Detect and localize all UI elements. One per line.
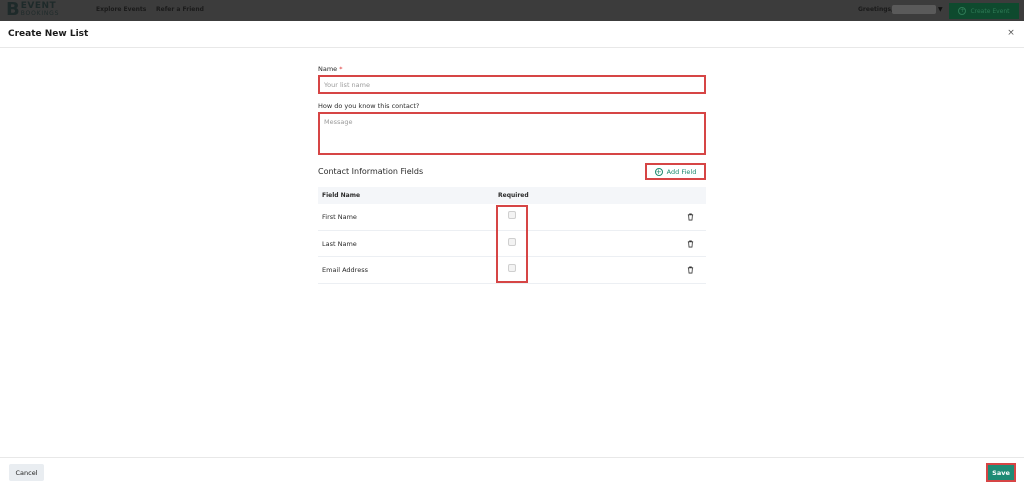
nav-explore-events[interactable]: Explore Events bbox=[96, 6, 146, 13]
nav-refer-friend[interactable]: Refer a Friend bbox=[156, 6, 204, 13]
name-label: Name * bbox=[318, 65, 343, 73]
logo-line1: EVENT bbox=[20, 1, 57, 11]
create-event-button[interactable]: + Create Event bbox=[949, 3, 1019, 19]
know-contact-label: How do you know this contact? bbox=[318, 102, 420, 110]
table-row: Email Address bbox=[318, 257, 706, 284]
field-name-cell: First Name bbox=[322, 213, 357, 221]
required-checkbox[interactable] bbox=[508, 211, 516, 219]
trash-icon[interactable] bbox=[687, 266, 694, 274]
modal-title: Create New List bbox=[8, 29, 89, 39]
header-field-name: Field Name bbox=[322, 192, 361, 199]
header-required: Required bbox=[498, 192, 529, 199]
save-button[interactable]: Save bbox=[986, 463, 1016, 482]
trash-icon[interactable] bbox=[687, 240, 694, 248]
user-name-redacted bbox=[892, 5, 936, 14]
table-row: Last Name bbox=[318, 231, 706, 257]
top-navbar: B EVENT BOOKINGS Explore Events Refer a … bbox=[0, 0, 1024, 21]
modal-footer: Cancel Save bbox=[0, 457, 1024, 486]
trash-icon[interactable] bbox=[687, 213, 694, 221]
table-header: Field Name Required bbox=[318, 187, 706, 204]
plus-circle-icon: + bbox=[958, 7, 967, 15]
required-checkbox[interactable] bbox=[508, 237, 516, 246]
contact-fields-title: Contact Information Fields bbox=[318, 167, 424, 176]
add-field-label: Add Field bbox=[666, 167, 697, 176]
required-asterisk: * bbox=[339, 65, 343, 73]
message-textarea[interactable] bbox=[318, 112, 706, 155]
logo-line2: BOOKINGS bbox=[20, 10, 60, 17]
user-menu-caret-icon[interactable]: ▼ bbox=[938, 6, 943, 13]
add-field-button[interactable]: + Add Field bbox=[645, 163, 706, 180]
close-icon[interactable]: × bbox=[1006, 28, 1016, 40]
create-list-modal: Create New List × Name * How do you know… bbox=[0, 21, 1024, 486]
create-event-label: Create Event bbox=[970, 7, 1010, 15]
plus-circle-icon: + bbox=[654, 167, 663, 176]
modal-header: Create New List × bbox=[0, 21, 1024, 48]
required-checkbox[interactable] bbox=[508, 264, 516, 272]
table-row: First Name bbox=[318, 204, 706, 231]
name-label-text: Name bbox=[318, 65, 338, 73]
cancel-button[interactable]: Cancel bbox=[9, 464, 44, 481]
contact-fields-table: Field Name Required First Name Last Name… bbox=[318, 187, 706, 284]
list-name-input[interactable] bbox=[318, 75, 706, 94]
logo-letter: B bbox=[6, 0, 20, 20]
logo[interactable]: B EVENT BOOKINGS bbox=[6, 1, 59, 19]
field-name-cell: Email Address bbox=[322, 266, 368, 274]
field-name-cell: Last Name bbox=[322, 239, 357, 248]
greeting-text: Greetings, bbox=[858, 6, 894, 13]
